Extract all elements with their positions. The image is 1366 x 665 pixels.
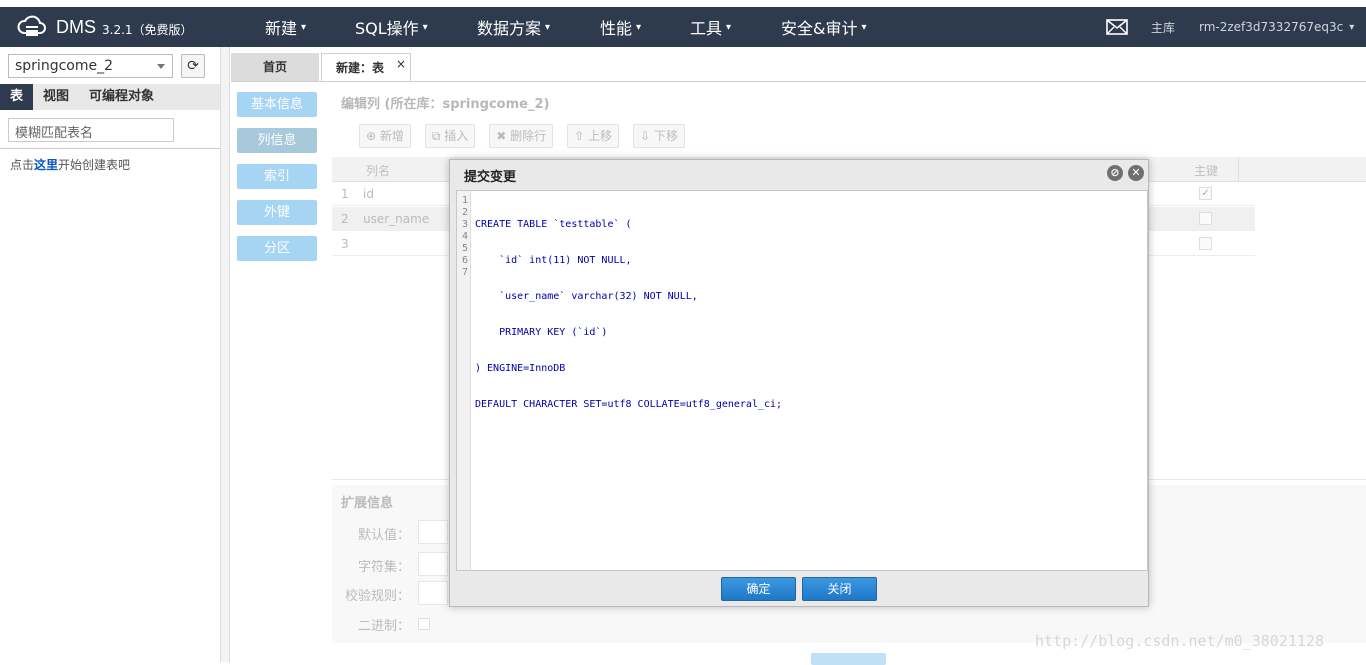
logo[interactable]: DMS 3.2.1（免费版） bbox=[16, 13, 193, 41]
code-line: DEFAULT CHARACTER SET=utf8 COLLATE=utf8_… bbox=[475, 399, 783, 410]
menu-tools[interactable]: 工具 ▾ bbox=[690, 7, 731, 47]
tab-programmable-objects[interactable]: 可编程对象 bbox=[79, 84, 164, 110]
refresh-button[interactable]: ⟳ bbox=[181, 54, 205, 78]
nav-column-info[interactable]: 列信息 bbox=[237, 128, 317, 153]
watermark: http://blog.csdn.net/m0_38021128 bbox=[1035, 632, 1324, 650]
sql-code: CREATE TABLE `testtable` ( `id` int(11) … bbox=[471, 191, 1147, 570]
add-column-button[interactable]: ⊕ 新增 bbox=[359, 124, 411, 148]
instance-selector[interactable]: rm-2zef3d7332767eq3c ▾ bbox=[1199, 7, 1354, 47]
delete-x-icon: ✖ bbox=[496, 129, 511, 143]
save-button[interactable] bbox=[811, 653, 886, 665]
menu-data-scheme[interactable]: 数据方案 ▾ bbox=[477, 7, 550, 47]
code-line: CREATE TABLE `testtable` ( bbox=[475, 219, 632, 230]
insert-column-button[interactable]: ⧉ 插入 bbox=[424, 124, 476, 148]
sidebar-resize-handle[interactable] bbox=[220, 47, 230, 662]
nav-foreign-keys[interactable]: 外键 bbox=[237, 200, 317, 225]
primary-key-checkbox[interactable] bbox=[1199, 212, 1212, 225]
divider bbox=[0, 148, 220, 149]
tab-tables[interactable]: 表 bbox=[0, 84, 34, 110]
close-button[interactable]: 关闭 bbox=[802, 577, 877, 601]
confirm-button[interactable]: 确定 bbox=[721, 577, 796, 601]
primary-key-checkbox[interactable] bbox=[1199, 237, 1212, 250]
collation-select[interactable] bbox=[418, 581, 448, 605]
binary-checkbox[interactable] bbox=[418, 618, 430, 630]
chevron-down-icon: ▾ bbox=[1349, 21, 1355, 33]
code-line: `id` int(11) NOT NULL, bbox=[475, 255, 632, 266]
plus-circle-icon: ⊕ bbox=[366, 129, 380, 143]
table-editor-nav: 基本信息 列信息 索引 外键 分区 bbox=[237, 92, 317, 272]
insert-icon: ⧉ bbox=[431, 129, 445, 143]
create-table-link[interactable]: 这里 bbox=[34, 158, 58, 172]
move-down-button[interactable]: ⇩ 下移 bbox=[633, 124, 685, 148]
minimize-icon[interactable]: ⊘ bbox=[1107, 165, 1123, 181]
menu-sql[interactable]: SQL操作 ▾ bbox=[355, 7, 428, 47]
database-select[interactable]: springcome_2 bbox=[8, 54, 173, 78]
code-line: PRIMARY KEY (`id`) bbox=[475, 327, 608, 338]
dropdown-caret-icon bbox=[157, 64, 165, 69]
sql-preview[interactable]: 1 2 3 4 5 6 7 CREATE TABLE `testtable` (… bbox=[456, 190, 1148, 571]
instance-role: 主库 bbox=[1151, 20, 1176, 35]
line-number-gutter: 1 2 3 4 5 6 7 bbox=[457, 191, 471, 570]
header-menu-dropdown[interactable] bbox=[1238, 157, 1256, 181]
code-line: ) ENGINE=InnoDB bbox=[475, 363, 566, 374]
chevron-down-icon: ▾ bbox=[636, 21, 642, 33]
workspace-tabs: 首页 新建：表 × bbox=[231, 53, 413, 81]
menu-performance[interactable]: 性能 ▾ bbox=[600, 7, 641, 47]
close-tab-icon[interactable]: × bbox=[396, 50, 406, 78]
dialog-buttons: 确定 关闭 bbox=[721, 577, 883, 601]
tab-views[interactable]: 视图 bbox=[33, 84, 79, 110]
binary-field: 二进制： bbox=[332, 615, 430, 634]
top-strip bbox=[0, 0, 1366, 7]
nav-partitions[interactable]: 分区 bbox=[237, 236, 317, 261]
submit-changes-dialog: 提交变更 ⊘ ✕ 1 2 3 4 5 6 7 CREATE TABLE `tes… bbox=[449, 159, 1149, 607]
tab-new-table[interactable]: 新建：表 × bbox=[321, 53, 411, 81]
sidebar: springcome_2 ⟳ 表 视图 可编程对象 模糊匹配表名 点击这里开始创… bbox=[0, 47, 220, 662]
code-line: `user_name` varchar(32) NOT NULL, bbox=[475, 291, 698, 302]
close-icon[interactable]: ✕ bbox=[1128, 165, 1144, 181]
chevron-down-icon: ▾ bbox=[726, 21, 732, 33]
header-primary-key: 主键 bbox=[1194, 164, 1219, 178]
table-search-input[interactable]: 模糊匹配表名 bbox=[8, 118, 174, 142]
chevron-down-icon: ▾ bbox=[861, 21, 867, 33]
app-name: DMS bbox=[56, 16, 96, 37]
app-version: 3.2.1（免费版） bbox=[102, 22, 193, 37]
arrow-up-icon: ⇧ bbox=[574, 129, 589, 143]
move-up-button[interactable]: ⇧ 上移 bbox=[567, 124, 620, 148]
tabs-divider bbox=[231, 81, 1366, 82]
object-type-tabs: 表 视图 可编程对象 bbox=[0, 84, 220, 110]
chevron-down-icon: ▾ bbox=[301, 21, 307, 33]
chevron-down-icon: ▾ bbox=[545, 21, 551, 33]
column-toolbar: ⊕ 新增 ⧉ 插入 ✖ 删除行 ⇧ 上移 ⇩ 下移 bbox=[359, 124, 699, 148]
mail-icon[interactable] bbox=[1106, 19, 1128, 35]
extended-info-title: 扩展信息 bbox=[341, 496, 394, 511]
dms-cloud-icon bbox=[16, 13, 48, 42]
menu-new[interactable]: 新建 ▾ bbox=[265, 7, 306, 47]
charset-field: 字符集： bbox=[332, 552, 448, 576]
header-column-name: 列名 bbox=[366, 164, 391, 178]
chevron-down-icon: ▾ bbox=[422, 21, 428, 33]
arrow-down-icon: ⇩ bbox=[640, 129, 654, 143]
nav-basic-info[interactable]: 基本信息 bbox=[237, 92, 317, 117]
default-value-input[interactable] bbox=[418, 520, 448, 544]
tab-home[interactable]: 首页 bbox=[231, 53, 319, 81]
column-editor-title: 编辑列 (所在库：springcome_2) bbox=[341, 97, 550, 112]
menu-security-audit[interactable]: 安全&审计 ▾ bbox=[781, 7, 867, 47]
delete-row-button[interactable]: ✖ 删除行 bbox=[489, 124, 554, 148]
primary-key-checkbox[interactable]: ✓ bbox=[1199, 187, 1212, 200]
nav-indexes[interactable]: 索引 bbox=[237, 164, 317, 189]
create-table-hint: 点击这里开始创建表吧 bbox=[10, 158, 131, 172]
charset-select[interactable] bbox=[418, 552, 448, 576]
refresh-icon: ⟳ bbox=[187, 58, 199, 74]
top-navbar: DMS 3.2.1（免费版） 新建 ▾ SQL操作 ▾ 数据方案 ▾ 性能 ▾ 工具 ▾ … bbox=[0, 7, 1366, 47]
collation-field: 校验规则： bbox=[332, 581, 448, 605]
default-value-field: 默认值： bbox=[332, 520, 448, 544]
dialog-title: 提交变更 bbox=[464, 170, 517, 185]
